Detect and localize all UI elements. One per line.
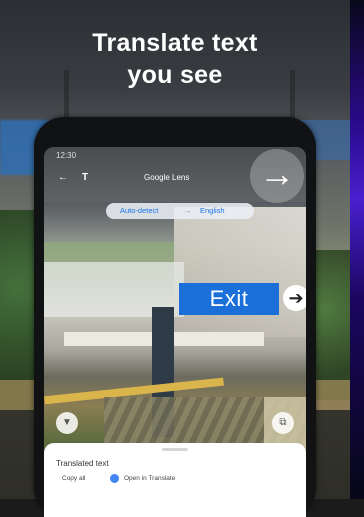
target-language[interactable]: English bbox=[200, 206, 225, 215]
translated-text-sheet: Translated text Copy all Open in Transla… bbox=[44, 443, 306, 517]
source-language[interactable]: Auto-detect bbox=[120, 206, 158, 215]
filter-icon[interactable]: ▼ bbox=[56, 412, 78, 434]
side-strip bbox=[350, 0, 364, 499]
translate-icon bbox=[110, 474, 119, 483]
lens-title: Google Lens bbox=[144, 173, 190, 182]
crop-icon[interactable]: ⧉ bbox=[272, 412, 294, 434]
sheet-handle[interactable] bbox=[162, 448, 188, 451]
status-time: 12:30 bbox=[56, 151, 77, 160]
exit-arrow-icon: ➔ bbox=[283, 285, 306, 311]
arrow-left-icon[interactable]: ← bbox=[58, 172, 68, 183]
phone-screen: 12:30 ← T Google Lens → Auto-detect → En… bbox=[44, 147, 306, 517]
scene-ceiling bbox=[174, 207, 306, 337]
translated-sign-overlay[interactable]: Exit bbox=[179, 283, 279, 315]
phone-frame: 12:30 ← T Google Lens → Auto-detect → En… bbox=[34, 117, 316, 517]
arrow-right-icon: → bbox=[250, 149, 304, 203]
open-in-translate-button[interactable]: Open in Translate bbox=[124, 475, 175, 482]
language-selector[interactable]: Auto-detect → English bbox=[106, 203, 254, 219]
promo-title-line2: you see bbox=[127, 61, 223, 89]
language-arrow-icon: → bbox=[184, 206, 192, 215]
promo-title-line1: Translate text bbox=[92, 29, 258, 57]
sheet-heading: Translated text bbox=[56, 459, 109, 468]
copy-all-button[interactable]: Copy all bbox=[62, 475, 85, 482]
text-t-icon[interactable]: T bbox=[82, 172, 88, 183]
